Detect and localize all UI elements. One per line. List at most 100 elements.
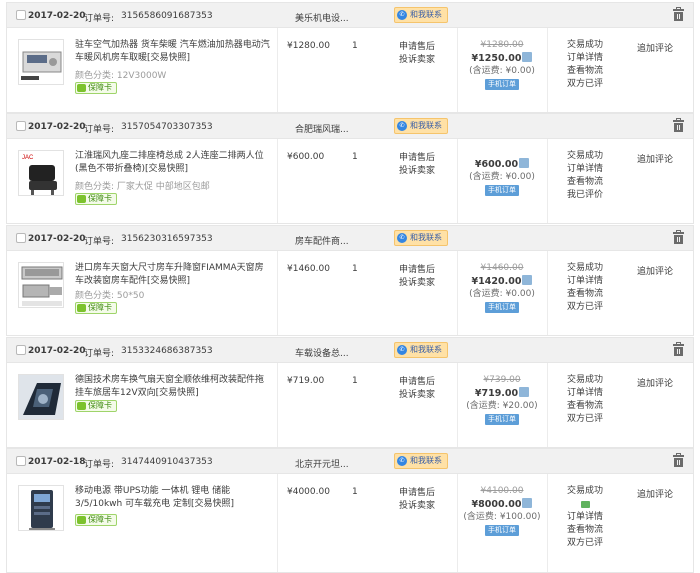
order-number: 3156230316597353 (121, 234, 213, 244)
add-review-link[interactable]: 追加评论 (637, 264, 673, 277)
unit-price: ¥1280.00 (287, 41, 330, 51)
order-number-label: 订单号: (84, 14, 115, 24)
delete-order-icon[interactable] (673, 230, 684, 244)
after-sale-link[interactable]: 申请售后 (399, 152, 435, 165)
order-number-label: 订单号: (84, 237, 115, 247)
delete-order-icon[interactable] (673, 342, 684, 356)
order-select-checkbox[interactable] (16, 456, 26, 466)
after-sale-link[interactable]: 申请售后 (399, 264, 435, 277)
trade-snapshot-link[interactable]: [交易快照] (145, 164, 188, 174)
guarantee-label: 保障卡 (88, 194, 112, 203)
contact-seller-label: 和我联系 (410, 456, 442, 465)
order-detail-link[interactable]: 订单详情 (560, 511, 610, 524)
after-sale-link[interactable]: 申请售后 (399, 487, 435, 500)
contact-seller-button[interactable]: ✆ 和我联系 (394, 342, 448, 358)
product-image[interactable]: JAC (18, 150, 64, 196)
review-status-link[interactable]: 双方已评 (560, 413, 610, 426)
order-number-label: 订单号: (84, 349, 115, 359)
order-detail-link[interactable]: 订单详情 (560, 163, 610, 176)
shop-name-link[interactable]: 车载设备总... (295, 346, 349, 359)
unit-price: ¥600.00 (287, 152, 325, 162)
column-divider (277, 251, 278, 335)
message-icon[interactable] (580, 501, 590, 508)
service-links: 申请售后 投诉卖家 (399, 41, 435, 67)
review-status-link[interactable]: 双方已评 (560, 301, 610, 314)
after-sale-link[interactable]: 申请售后 (399, 41, 435, 54)
trade-status: 交易成功 (566, 375, 603, 385)
order-detail-link[interactable]: 订单详情 (560, 387, 610, 400)
order-select-checkbox[interactable] (16, 233, 26, 243)
delete-order-icon[interactable] (673, 453, 684, 467)
order-select-checkbox[interactable] (16, 121, 26, 131)
view-logistics-link[interactable]: 查看物流 (560, 524, 610, 537)
spec-label: 颜色分类: (75, 71, 115, 81)
status-column: 交易成功 订单详情 查看物流 双方已评 (560, 485, 610, 550)
review-status-link[interactable]: 双方已评 (560, 78, 610, 91)
order-select-checkbox[interactable] (16, 345, 26, 355)
price-column: ¥4100.00 ¥8000.00 (含运费: ¥100.00) 手机订单 (457, 485, 547, 537)
add-review-link[interactable]: 追加评论 (637, 376, 673, 389)
mobile-order-tag: 手机订单 (485, 302, 519, 313)
review-status-link[interactable]: 我已评价 (560, 189, 610, 202)
order-card: 2017-02-20 订单号: 3153324686387353 车载设备总..… (6, 337, 694, 448)
unit-price: ¥4000.00 (287, 487, 330, 497)
shop-name-link[interactable]: 美乐机电设... (295, 11, 349, 24)
complain-link[interactable]: 投诉卖家 (399, 165, 435, 178)
product-image[interactable] (18, 262, 64, 308)
product-image[interactable] (18, 485, 64, 531)
review-status-link[interactable]: 双方已评 (560, 537, 610, 550)
add-review-link[interactable]: 追加评论 (637, 487, 673, 500)
trade-snapshot-link[interactable]: [交易快照] (156, 388, 199, 398)
column-divider (547, 28, 548, 112)
mobile-icon (522, 498, 533, 508)
guarantee-badge[interactable]: 保障卡 (75, 302, 117, 314)
view-logistics-link[interactable]: 查看物流 (560, 65, 610, 78)
guarantee-badge[interactable]: 保障卡 (75, 193, 117, 205)
add-review-link[interactable]: 追加评论 (637, 152, 673, 165)
contact-seller-button[interactable]: ✆ 和我联系 (394, 230, 448, 246)
order-detail-link[interactable]: 订单详情 (560, 52, 610, 65)
shop-name-link[interactable]: 房车配件商... (295, 234, 349, 247)
column-divider (277, 474, 278, 572)
order-body: 进口房车天窗大尺寸房车升降窗FIAMMA天窗房车改装窗房车配件[交易快照] 颜色… (7, 251, 693, 335)
paid-price: ¥1420.00 (457, 275, 547, 288)
delete-order-icon[interactable] (673, 118, 684, 132)
delete-order-icon[interactable] (673, 7, 684, 21)
paid-price: ¥8000.00 (457, 498, 547, 511)
guarantee-icon (77, 195, 86, 203)
order-header: 2017-02-18 订单号: 3147440910437353 北京开元坦..… (7, 449, 693, 474)
order-detail-link[interactable]: 订单详情 (560, 275, 610, 288)
view-logistics-link[interactable]: 查看物流 (560, 288, 610, 301)
contact-seller-button[interactable]: ✆ 和我联系 (394, 118, 448, 134)
trade-snapshot-link[interactable]: [交易快照] (147, 276, 190, 286)
order-header: 2017-02-20 订单号: 3157054703307353 合肥瑞风瑞..… (7, 114, 693, 139)
trade-snapshot-link[interactable]: [交易快照] (147, 53, 190, 63)
after-sale-link[interactable]: 申请售后 (399, 376, 435, 389)
trade-status: 交易成功 (566, 40, 603, 50)
order-select-checkbox[interactable] (16, 10, 26, 20)
chat-icon: ✆ (397, 121, 407, 131)
contact-seller-button[interactable]: ✆ 和我联系 (394, 7, 448, 23)
chat-icon: ✆ (397, 456, 407, 466)
complain-link[interactable]: 投诉卖家 (399, 500, 435, 513)
add-review-link[interactable]: 追加评论 (637, 41, 673, 54)
view-logistics-link[interactable]: 查看物流 (560, 176, 610, 189)
column-divider (547, 363, 548, 447)
paid-price-value: ¥1250.00 (471, 53, 522, 64)
guarantee-badge[interactable]: 保障卡 (75, 514, 117, 526)
complain-link[interactable]: 投诉卖家 (399, 277, 435, 290)
shipping-fee: (含运费: ¥0.00) (469, 172, 535, 182)
product-image[interactable] (18, 39, 64, 85)
paid-price: ¥719.00 (457, 387, 547, 400)
spec-label: 颜色分类: (75, 182, 115, 192)
guarantee-badge[interactable]: 保障卡 (75, 400, 117, 412)
view-logistics-link[interactable]: 查看物流 (560, 400, 610, 413)
trade-snapshot-link[interactable]: [交易快照] (191, 499, 234, 509)
shop-name-link[interactable]: 合肥瑞风瑞... (295, 122, 349, 135)
complain-link[interactable]: 投诉卖家 (399, 54, 435, 67)
contact-seller-button[interactable]: ✆ 和我联系 (394, 453, 448, 469)
guarantee-badge[interactable]: 保障卡 (75, 82, 117, 94)
complain-link[interactable]: 投诉卖家 (399, 389, 435, 402)
product-image[interactable] (18, 374, 64, 420)
shop-name-link[interactable]: 北京开元坦... (295, 457, 349, 470)
